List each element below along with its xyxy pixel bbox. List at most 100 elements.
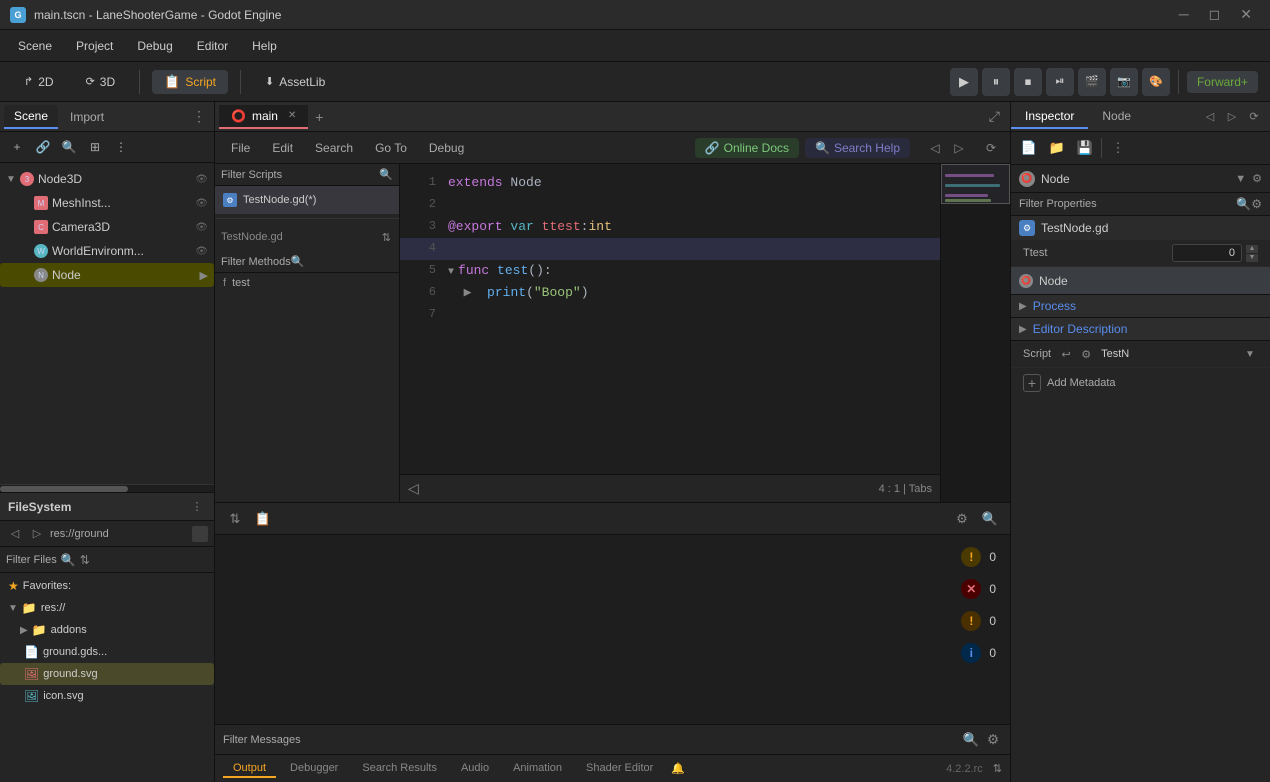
window-controls[interactable]: ─ ◻ ✕: [1171, 6, 1260, 23]
ttest-spin-up[interactable]: ▲: [1246, 245, 1258, 253]
output-tab-output[interactable]: Output: [223, 760, 276, 778]
tab-main-close[interactable]: ✕: [288, 110, 296, 121]
code-content[interactable]: 1 extends Node 2 3 @export var ttest:int: [400, 164, 940, 474]
output-tab-search-results[interactable]: Search Results: [352, 760, 447, 778]
script-settings-button[interactable]: ⚙: [1077, 345, 1095, 363]
inspector-options[interactable]: ⋮: [1106, 136, 1130, 160]
testnode-section-header[interactable]: ⚙ TestNode.gd: [1011, 216, 1270, 240]
script-item-testnode[interactable]: ⚙ TestNode.gd(*): [215, 186, 399, 214]
tree-item-camera3d[interactable]: ▶ C Camera3D 👁: [0, 215, 214, 239]
scene-tree-hscroll-thumb[interactable]: [0, 486, 128, 492]
output-filter-button[interactable]: ⚙: [950, 507, 974, 531]
inspector-nav-back[interactable]: ◁: [1200, 107, 1220, 127]
online-docs-button[interactable]: 🔗 Online Docs: [695, 138, 799, 158]
inspector-save[interactable]: 💾: [1073, 136, 1097, 160]
node-settings-button[interactable]: ⚙: [1252, 172, 1262, 185]
search-help-button[interactable]: 🔍 Search Help: [805, 138, 910, 158]
assetlib-button[interactable]: ⬇ AssetLib: [253, 71, 337, 93]
tab-inspector[interactable]: Inspector: [1011, 105, 1088, 129]
inspector-open-folder[interactable]: 📁: [1045, 136, 1069, 160]
inspector-new-script[interactable]: 📄: [1017, 136, 1041, 160]
tree-item-meshinst[interactable]: ▶ M MeshInst... 👁: [0, 191, 214, 215]
fs-forward-button[interactable]: ▷: [28, 525, 46, 543]
fs-root[interactable]: ▼ 📁 res://: [0, 597, 214, 619]
fs-addons-arrow[interactable]: ▶: [20, 625, 28, 636]
node3d-visibility-icon[interactable]: 👁: [195, 174, 208, 185]
maximize-button[interactable]: ◻: [1201, 6, 1229, 23]
ttest-input[interactable]: [1172, 244, 1242, 262]
camera3d-visibility-icon[interactable]: 👁: [195, 222, 208, 233]
inspector-nav-forward[interactable]: ▷: [1222, 107, 1242, 127]
output-tab-mute-icon[interactable]: 🔔: [671, 762, 685, 775]
3d-button[interactable]: ⟳ 3D: [74, 71, 128, 93]
minimize-button[interactable]: ─: [1171, 6, 1197, 23]
tree-item-node3d[interactable]: ▼ 3 Node3D 👁: [0, 167, 214, 191]
menu-help[interactable]: Help: [242, 35, 287, 57]
script-history-button[interactable]: ⟳: [980, 137, 1002, 159]
filter-prop-search-icon[interactable]: 🔍: [1236, 197, 1251, 211]
2d-button[interactable]: ↱ 2D: [12, 71, 66, 93]
filter-scripts-icon[interactable]: 🔍: [379, 168, 393, 181]
output-copy-button[interactable]: 📋: [251, 507, 275, 531]
script-search-button[interactable]: Search: [307, 138, 361, 158]
ttest-spin-down[interactable]: ▼: [1246, 254, 1258, 262]
output-expand-icon[interactable]: ⇅: [993, 762, 1002, 775]
script-nav-back[interactable]: ◁: [924, 137, 946, 159]
close-button[interactable]: ✕: [1232, 6, 1260, 23]
worldenv-visibility-icon[interactable]: 👁: [195, 246, 208, 257]
meshinst-visibility-icon[interactable]: 👁: [195, 198, 208, 209]
tab-node[interactable]: Node: [1088, 105, 1145, 129]
script-edit-button[interactable]: Edit: [264, 138, 301, 158]
menu-project[interactable]: Project: [66, 35, 123, 57]
script-undo-button[interactable]: ↩: [1057, 345, 1075, 363]
pause-button[interactable]: ⏸: [982, 68, 1010, 96]
filter-files-sort-icon[interactable]: ⇅: [80, 553, 90, 567]
script-button[interactable]: 📋 Script: [152, 70, 228, 94]
movie-button[interactable]: 🎬: [1078, 68, 1106, 96]
forward-plus-button[interactable]: Forward+: [1187, 71, 1258, 93]
output-tab-debugger[interactable]: Debugger: [280, 760, 348, 778]
camera-button[interactable]: 📷: [1110, 68, 1138, 96]
tab-main[interactable]: ⭕ main ✕: [219, 105, 308, 129]
inspector-history-button[interactable]: ⟳: [1244, 107, 1264, 127]
filesystem-menu-button[interactable]: ⋮: [188, 498, 206, 516]
scene-tree-hscroll[interactable]: [0, 484, 214, 492]
tab-scene[interactable]: Scene: [4, 105, 58, 129]
script-debug-button[interactable]: Debug: [421, 138, 472, 158]
code-footer-left-arrow[interactable]: ◁: [408, 480, 419, 497]
testnode-2-icon[interactable]: ⇅: [382, 231, 391, 244]
filter-files-search-icon[interactable]: 🔍: [61, 553, 76, 567]
script-file-button[interactable]: File: [223, 138, 258, 158]
add-node-button[interactable]: +: [6, 136, 28, 158]
tree-item-worldenv[interactable]: ▶ W WorldEnvironm... 👁: [0, 239, 214, 263]
method-test[interactable]: f test: [215, 273, 399, 293]
group-button[interactable]: ⊞: [84, 136, 106, 158]
step-button[interactable]: ⏯: [1046, 68, 1074, 96]
menu-scene[interactable]: Scene: [8, 35, 62, 57]
search-scene-button[interactable]: 🔍: [58, 136, 80, 158]
script-dropdown-button[interactable]: ▼: [1242, 346, 1258, 362]
fs-icon-svg[interactable]: 🖼 icon.svg: [0, 685, 214, 707]
output-tab-audio[interactable]: Audio: [451, 760, 499, 778]
link-node-button[interactable]: 🔗: [32, 136, 54, 158]
script-nav-forward[interactable]: ▷: [948, 137, 970, 159]
fs-favorites[interactable]: ★ Favorites:: [0, 575, 214, 597]
render-button[interactable]: 🎨: [1142, 68, 1170, 96]
filter-prop-options-icon[interactable]: ⚙: [1251, 197, 1262, 211]
filter-messages-options-icon[interactable]: ⚙: [984, 731, 1002, 749]
editor-description-section[interactable]: ▶ Editor Description: [1011, 318, 1270, 341]
tree-item-node[interactable]: ▶ N Node ▶: [0, 263, 214, 287]
tab-import[interactable]: Import: [60, 106, 114, 128]
fs-ground-svg[interactable]: 🖼 ground.svg: [0, 663, 214, 685]
tab-expand-button[interactable]: ⤢: [983, 106, 1006, 127]
tree-arrow-node3d[interactable]: ▼: [6, 174, 16, 185]
filter-methods-icon[interactable]: 🔍: [291, 255, 305, 268]
node-arrow-icon[interactable]: ▶: [200, 269, 208, 282]
process-section[interactable]: ▶ Process: [1011, 295, 1270, 318]
add-tab-button[interactable]: +: [308, 106, 330, 128]
fs-addons[interactable]: ▶ 📁 addons: [0, 619, 214, 641]
node-dropdown-button[interactable]: ▼: [1235, 173, 1246, 185]
script-goto-button[interactable]: Go To: [367, 138, 415, 158]
output-collapse-button[interactable]: ⇅: [223, 507, 247, 531]
output-search-icon-button[interactable]: 🔍: [978, 507, 1002, 531]
